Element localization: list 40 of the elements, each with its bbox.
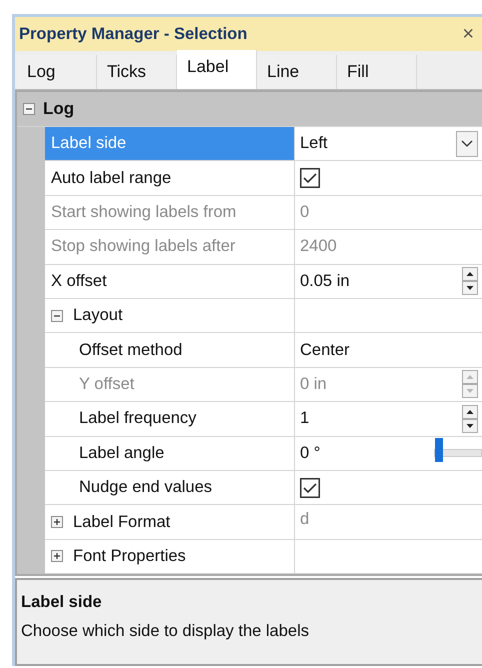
property-label: Stop showing labels after: [51, 236, 236, 258]
description-text: Choose which side to display the labels: [21, 620, 310, 642]
property-name[interactable]: Label angle: [45, 436, 295, 470]
property-value[interactable]: Left: [300, 131, 328, 156]
property-name[interactable]: Offset method: [45, 333, 295, 367]
property-label: Nudge end values: [79, 477, 212, 498]
property-value[interactable]: 0.05 in: [300, 268, 350, 294]
property-label: Font Properties: [73, 546, 186, 567]
property-label: Offset method: [79, 340, 182, 361]
collapse-icon[interactable]: [51, 310, 63, 322]
category-label: Log: [43, 98, 74, 120]
property-label: Label side: [51, 133, 126, 154]
collapse-icon[interactable]: [23, 103, 35, 115]
property-label: X offset: [51, 270, 107, 292]
slider-thumb[interactable]: [435, 438, 443, 462]
expand-icon[interactable]: [51, 516, 63, 528]
dropdown-button[interactable]: [456, 130, 478, 157]
checkbox[interactable]: [300, 168, 320, 188]
property-label: Y offset: [79, 374, 134, 396]
expand-icon[interactable]: [51, 550, 63, 562]
caret-icon: [461, 140, 473, 148]
property-label: Auto label range: [51, 168, 172, 189]
window-title: Property Manager - Selection: [19, 24, 248, 45]
tab[interactable]: Label: [177, 50, 257, 89]
property-name[interactable]: Label frequency: [45, 402, 295, 436]
checkbox[interactable]: [300, 478, 320, 498]
property-label: Label Format: [73, 512, 170, 533]
property-name[interactable]: Label Format: [45, 505, 295, 539]
property-value[interactable]: Center: [300, 338, 350, 362]
property-name[interactable]: X offset: [45, 264, 295, 298]
property-label: Start showing labels from: [51, 202, 236, 224]
close-button[interactable]: ×: [462, 24, 474, 44]
description-title: Label side: [21, 592, 103, 613]
property-label: Label frequency: [79, 408, 196, 430]
property-label: Layout: [73, 305, 123, 326]
spin-buttons[interactable]: [462, 267, 478, 296]
property-label: Label angle: [79, 442, 164, 464]
property-value[interactable]: 0 °: [300, 440, 320, 466]
property-value[interactable]: 1: [300, 406, 310, 432]
spin-buttons[interactable]: [462, 404, 478, 433]
